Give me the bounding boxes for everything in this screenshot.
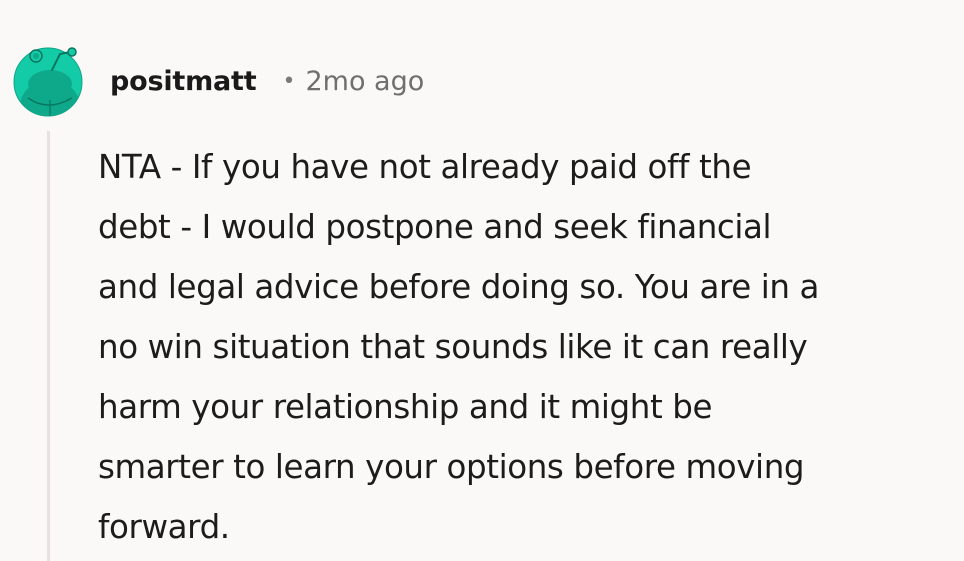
thread-line[interactable] (47, 131, 50, 561)
separator-dot: • (282, 68, 296, 94)
username-link[interactable]: positmatt (110, 66, 257, 97)
comment-line: NTA - If you have not already paid off t… (98, 148, 752, 186)
comment-line: smarter to learn your options before mov… (98, 448, 805, 486)
comment-header: positmatt • 2mo ago (110, 61, 424, 101)
comment: positmatt • 2mo ago NTA - If you have no… (0, 0, 964, 561)
comment-line: harm your relationship and it might be (98, 388, 713, 426)
comment-body: NTA - If you have not already paid off t… (98, 137, 960, 557)
comment-line: forward. (98, 508, 230, 546)
comment-line: no win situation that sounds like it can… (98, 328, 808, 366)
timestamp[interactable]: 2mo ago (305, 66, 424, 97)
user-avatar[interactable] (12, 40, 84, 124)
snoo-avatar-icon (13, 47, 83, 117)
comment-line: debt - I would postpone and seek financi… (98, 208, 772, 246)
comment-line: and legal advice before doing so. You ar… (98, 268, 820, 306)
